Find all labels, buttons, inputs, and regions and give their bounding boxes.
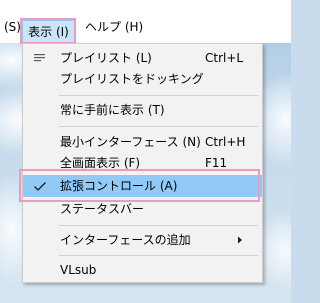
- menu-separator: [59, 255, 258, 256]
- menu-separator: [59, 225, 258, 226]
- menu-item-shortcut: Ctrl+L: [205, 51, 244, 65]
- checkmark-icon: [33, 175, 47, 197]
- menu-item-label: VLsub: [60, 263, 97, 277]
- playlist-icon: [33, 47, 47, 69]
- menu-item-label: ステータスバー: [60, 202, 145, 216]
- view-dropdown-menu: プレイリスト (L) Ctrl+L プレイリストをドッキング 常に手前に表示 (…: [22, 43, 263, 283]
- menu-item-label: 拡張コントロール (A): [60, 179, 178, 193]
- menu-item-shortcut: F11: [205, 156, 228, 170]
- menu-prev[interactable]: (S): [4, 16, 21, 38]
- menu-item-vlsub[interactable]: VLsub: [23, 259, 262, 281]
- menu-separator: [59, 95, 258, 96]
- menu-item-playlist[interactable]: プレイリスト (L) Ctrl+L: [23, 47, 262, 69]
- menu-item-label: プレイリストをドッキング: [60, 72, 204, 86]
- menu-help[interactable]: ヘルプ (H): [85, 16, 143, 38]
- menu-item-add-interface[interactable]: インターフェースの追加: [23, 229, 262, 251]
- menu-item-minimal-interface[interactable]: 最小インターフェース (N) Ctrl+H: [23, 131, 262, 153]
- menu-item-label: プレイリスト (L): [60, 51, 152, 65]
- menu-item-advanced-controls[interactable]: 拡張コントロール (A): [23, 175, 262, 197]
- menu-bar: (S) 表示 (I) ヘルプ (H): [0, 0, 291, 43]
- menu-item-label: インターフェースの追加: [60, 233, 191, 247]
- menu-item-status-bar[interactable]: ステータスバー: [23, 198, 262, 220]
- menu-item-fullscreen[interactable]: 全画面表示 (F) F11: [23, 152, 262, 174]
- menu-item-label: 全画面表示 (F): [60, 156, 141, 170]
- menu-item-shortcut: Ctrl+H: [205, 135, 246, 149]
- menu-item-dock-playlist[interactable]: プレイリストをドッキング: [23, 68, 262, 90]
- menu-separator: [59, 126, 258, 127]
- menu-item-always-on-top[interactable]: 常に手前に表示 (T): [23, 99, 262, 121]
- menu-item-label: 常に手前に表示 (T): [60, 103, 165, 117]
- menu-view[interactable]: 表示 (I): [22, 20, 75, 43]
- menu-item-label: 最小インターフェース (N): [60, 135, 201, 149]
